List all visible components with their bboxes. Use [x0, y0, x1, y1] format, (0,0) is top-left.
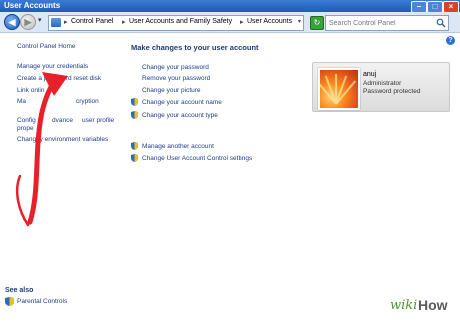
manage-file-encryption-link-start[interactable]: Ma: [17, 98, 26, 105]
manage-credentials-link[interactable]: Manage your credentials: [17, 63, 88, 70]
breadcrumb-separator-icon: ▸: [122, 19, 126, 26]
configure-advanced-profile-link-mid[interactable]: dvance: [52, 117, 73, 124]
navigation-toolbar: ◀ ▶ ▾ ▸ Control Panel ▸ User Accounts an…: [0, 12, 460, 33]
see-also-heading: See also: [5, 287, 34, 294]
change-uac-settings-link[interactable]: Change User Account Control settings: [142, 155, 252, 162]
change-password-link[interactable]: Change your password: [142, 64, 209, 71]
user-avatar[interactable]: [318, 68, 360, 110]
search-box[interactable]: [325, 15, 449, 31]
recent-pages-dropdown-icon[interactable]: ▾: [38, 16, 42, 24]
title-bar: User Accounts – □ ×: [0, 0, 460, 13]
back-button[interactable]: ◀: [4, 14, 20, 30]
help-icon[interactable]: ?: [446, 36, 455, 45]
address-bar[interactable]: ▸ Control Panel ▸ User Accounts and Fami…: [48, 15, 304, 31]
window-title: User Accounts: [4, 1, 61, 10]
breadcrumb-separator-icon: ▸: [64, 19, 68, 26]
create-password-reset-disk-link[interactable]: Create a password reset disk: [17, 75, 101, 82]
uac-shield-icon: [131, 98, 138, 106]
watermark-wiki: wiki: [390, 298, 418, 313]
page-heading: Make changes to your user account: [131, 43, 259, 52]
change-environment-variables-link-end[interactable]: ny environment variables: [36, 136, 108, 143]
configure-advanced-profile-link-properties[interactable]: prope: [17, 125, 34, 132]
configure-advanced-profile-link-end[interactable]: user profile: [82, 117, 114, 124]
wikihow-watermark: wiki How: [386, 294, 460, 321]
password-status: Password protected: [363, 88, 421, 95]
breadcrumb-separator-icon: ▸: [240, 19, 244, 26]
user-name: anuj: [363, 71, 377, 78]
user-role: Administrator: [363, 80, 402, 87]
user-account-card: anuj Administrator Password protected: [312, 62, 450, 112]
control-panel-icon: [51, 18, 61, 27]
configure-advanced-profile-link-start[interactable]: Config: [17, 117, 36, 124]
search-icon[interactable]: [436, 18, 446, 28]
remove-password-link[interactable]: Remove your password: [142, 75, 210, 82]
change-environment-variables-link-start[interactable]: Chang: [17, 136, 36, 143]
watermark-how: How: [418, 297, 448, 313]
uac-shield-icon: [131, 142, 138, 150]
search-input[interactable]: [326, 16, 435, 30]
uac-shield-icon: [131, 111, 138, 119]
back-arrow-icon: ◀: [8, 17, 16, 27]
breadcrumb-user-accounts[interactable]: User Accounts: [247, 18, 292, 25]
manage-another-account-link[interactable]: Manage another account: [142, 143, 214, 150]
breadcrumb-control-panel[interactable]: Control Panel: [71, 18, 113, 25]
manage-file-encryption-link-end[interactable]: cryption: [76, 98, 99, 105]
forward-button[interactable]: ▶: [20, 14, 36, 30]
uac-shield-icon: [131, 154, 138, 162]
parental-controls-icon: [5, 297, 14, 306]
change-account-name-link[interactable]: Change your account name: [142, 99, 222, 106]
control-panel-home-link[interactable]: Control Panel Home: [17, 43, 76, 50]
address-dropdown-icon[interactable]: ▾: [298, 18, 301, 25]
parental-controls-link[interactable]: Parental Controls: [17, 298, 67, 305]
link-online-ids-link[interactable]: Link onlin: [17, 87, 44, 94]
breadcrumb-user-accounts-family-safety[interactable]: User Accounts and Family Safety: [129, 18, 232, 25]
refresh-button[interactable]: ↻: [310, 16, 324, 30]
change-account-type-link[interactable]: Change your account type: [142, 112, 218, 119]
forward-arrow-icon: ▶: [24, 17, 32, 27]
change-picture-link[interactable]: Change your picture: [142, 87, 201, 94]
